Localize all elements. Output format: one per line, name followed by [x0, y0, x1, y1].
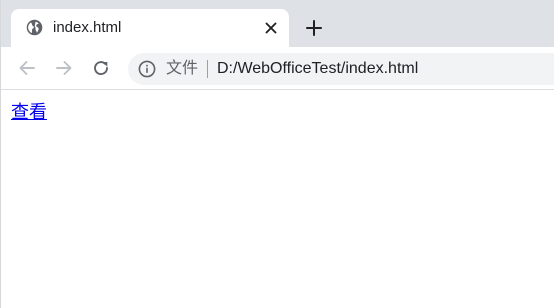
tab-strip: index.html: [1, 0, 554, 47]
omnibox-separator: [207, 60, 208, 78]
tab-title: index.html: [53, 19, 122, 36]
info-icon[interactable]: [138, 60, 156, 78]
view-link[interactable]: 查看: [11, 102, 47, 124]
browser-window: index.html 文件 D:/WebOfficeTest/index.htm…: [0, 0, 554, 308]
plus-icon[interactable]: [305, 19, 323, 37]
reload-icon[interactable]: [91, 58, 111, 78]
toolbar: 文件 D:/WebOfficeTest/index.html: [1, 47, 554, 90]
forward-arrow-icon[interactable]: [54, 58, 74, 78]
globe-icon: [26, 19, 43, 36]
security-label[interactable]: 文件: [166, 60, 198, 78]
back-arrow-icon[interactable]: [17, 58, 37, 78]
close-icon[interactable]: [263, 20, 279, 36]
page-content: 查看: [1, 91, 554, 308]
tab-index-html[interactable]: index.html: [11, 9, 289, 47]
address-bar[interactable]: 文件 D:/WebOfficeTest/index.html: [128, 53, 554, 85]
url-text[interactable]: D:/WebOfficeTest/index.html: [217, 59, 418, 79]
